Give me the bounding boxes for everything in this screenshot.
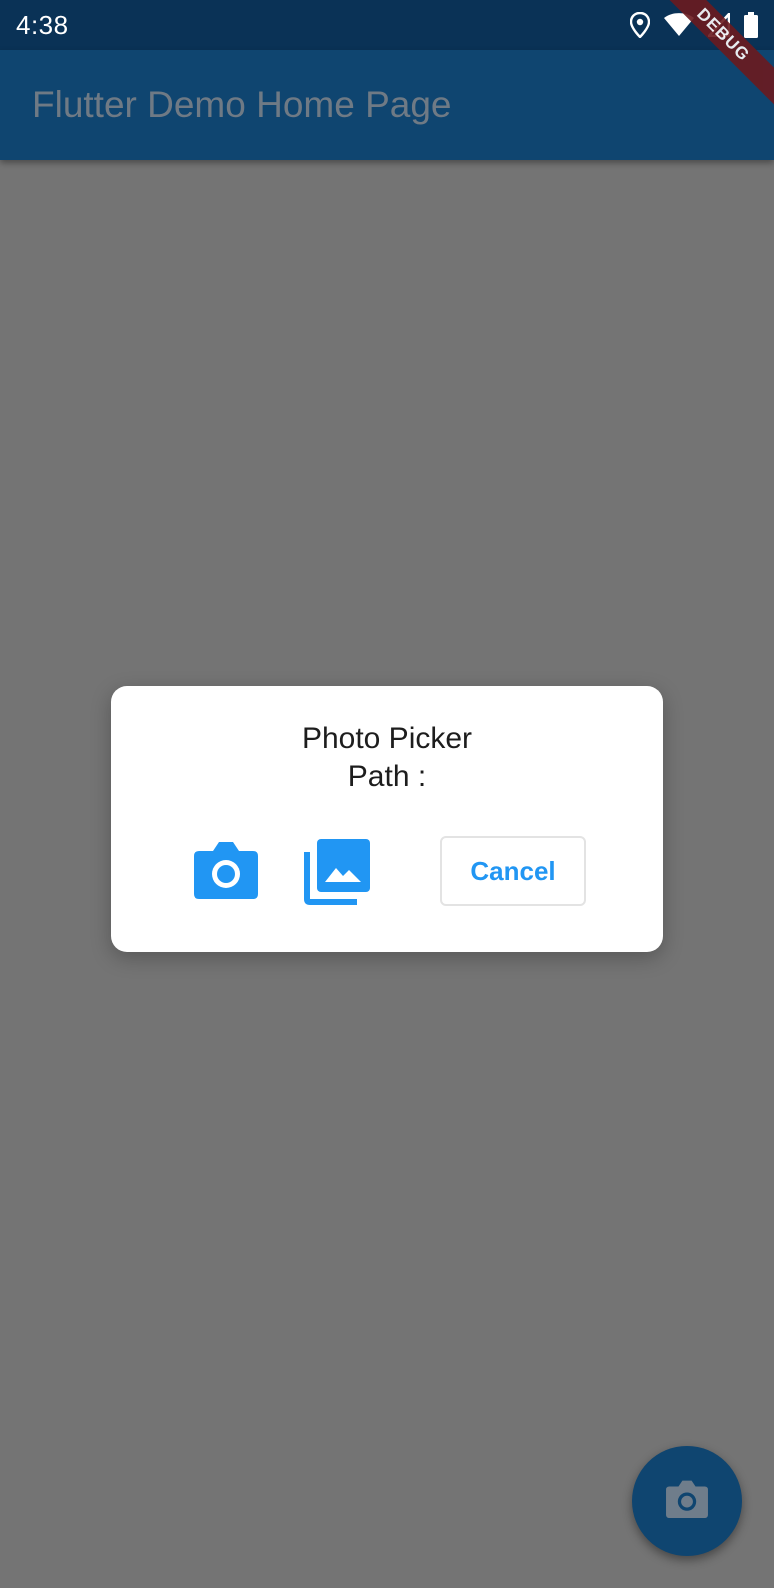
- camera-icon: [665, 1480, 709, 1523]
- path-label: Path :: [347, 760, 427, 793]
- dialog-title: Photo Picker: [301, 722, 473, 755]
- location-icon: [629, 11, 651, 43]
- camera-button[interactable]: [192, 838, 260, 906]
- app-bar-title: Flutter Demo Home Page: [32, 84, 452, 125]
- camera-icon: [193, 841, 259, 904]
- photo-library-icon: [303, 838, 371, 911]
- battery-icon: [744, 12, 758, 43]
- photo-picker-dialog: Photo Picker Path : Cancel: [111, 686, 663, 952]
- status-time: 4:38: [16, 9, 69, 40]
- camera-fab[interactable]: [632, 1446, 742, 1556]
- cancel-button[interactable]: Cancel: [440, 836, 586, 906]
- app-bar: Flutter Demo Home Page: [0, 50, 774, 160]
- gallery-button[interactable]: [301, 838, 373, 910]
- status-bar: 4:38: [0, 0, 774, 50]
